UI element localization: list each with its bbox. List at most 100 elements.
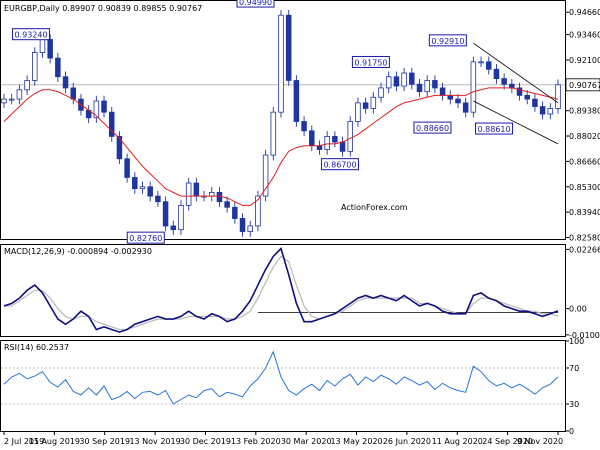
candle-body [324,136,330,150]
candle-body [270,111,277,156]
price-tick-label: 0.89380 [569,107,600,116]
candle-body [385,76,392,89]
rsi-panel [0,340,566,432]
price-tick-label: 0.94660 [569,8,600,17]
rsi-title: RSI(14) 60.2537 [4,343,69,352]
candle-body [162,201,169,227]
candle-body [509,83,515,89]
annotation-label: 0.91750 [354,58,387,67]
price-tick-label: 0.88020 [569,132,600,141]
candle-body [285,14,292,81]
x-tick-label: 13 Feb 2020 [231,437,281,446]
candle-body [147,186,153,197]
watermark: ActionForex.com [341,203,408,212]
candle-body [524,94,530,100]
candle-body [239,218,246,232]
candle-body [424,80,430,93]
candle-body [216,191,223,203]
rsi-tick-label: 30 [569,400,579,409]
candle-body [455,98,461,104]
candle-body [532,98,538,107]
candle-body [24,80,30,91]
candle-body [278,14,284,113]
candle-body [32,52,38,81]
price-tick-label: 0.86660 [569,157,600,166]
x-axis: 2 Jul 201915 Aug 2019 30 Sep 2019 13 Nov 2… [3,431,563,446]
candle-body [193,182,200,197]
candle-body [409,72,415,85]
annotation-label: 0.82760 [129,234,162,243]
x-tick-label: 11 Aug 2020 [432,437,483,446]
candle-body [547,108,554,115]
x-tick-label: 9 Nov 2020 [517,437,563,446]
candle-body [185,182,192,206]
candle-body [432,80,438,89]
candle-body [539,106,546,115]
x-tick-label: 15 Aug 2019 [29,437,80,446]
candle-body [132,177,138,190]
candle-body [347,121,354,152]
candle-body [485,61,492,70]
candle-body [170,225,177,231]
candle-body [447,94,454,100]
candle-body [224,201,230,208]
x-tick-label: 26 Jun 2020 [383,437,431,446]
x-tick-label: 13 May 2020 [330,437,382,446]
price-tick-label: 0.92100 [569,56,600,65]
candle-body [247,225,253,232]
candle-body [501,78,507,85]
price-tick-label: 0.93460 [569,31,600,40]
candle-body [124,158,130,178]
x-tick-label: 13 Nov 2019 [129,437,180,446]
candle-body [70,87,77,100]
annotation-label: 0.88610 [478,125,511,134]
rsi-tick-label: 70 [569,364,579,373]
candle-body [62,76,69,89]
annotation-label: 0.88660 [416,124,449,133]
macd-title: MACD(12,26,9) -0.000894 -0.002930 [4,247,152,256]
price-tick-label: 0.85300 [569,183,600,192]
forex-chart: ActionForex.com 0.94660 0.93460 0.92100 0.9… [0,0,600,446]
candle-body [493,68,500,80]
candle-body [470,61,477,113]
candle-body [101,100,107,113]
candle-body [309,130,315,147]
candle-body [55,57,61,78]
candle-body [462,102,469,113]
macd-tick-label: 0.022662 [569,245,600,254]
rsi-tick-label: 100 [569,337,584,346]
x-tick-label: 30 Sep 2019 [79,437,130,446]
candle-body [555,84,561,109]
candle-body [332,136,338,143]
candle-body [139,186,146,190]
candle-body [316,145,323,150]
candle-body [439,87,446,96]
candle-body [208,191,215,197]
candle-body [262,154,269,197]
candle-body [416,83,423,93]
candle-body [47,39,53,59]
x-tick-label: 30 Dec 2019 [180,437,231,446]
annotation-label: 0.93240 [14,31,47,40]
candle-body [339,141,346,152]
candle-body [39,39,46,53]
annotation-label: 0.92910 [431,37,464,46]
candle-body [155,195,161,203]
x-tick-label: 30 Mar 2020 [281,437,332,446]
candle-body [355,102,361,122]
candle-body [378,87,384,98]
price-tick-label: 0.82580 [569,234,600,243]
candle-body [16,89,23,100]
candle-body [370,96,377,109]
annotation-label: 0.94990 [239,0,272,7]
price-title: EURGBP,Daily 0.89907 0.90839 0.89855 0.9… [4,4,202,13]
macd-tick-label: 0.00 [569,305,587,314]
candle-body [293,80,300,122]
candle-body [478,61,484,64]
rsi-tick-label: 0 [569,427,574,436]
candle-body [301,121,307,132]
candle-body [401,72,407,87]
candle-body [232,206,238,219]
candle-body [8,98,15,101]
price-tick-label: 0.90767 [569,81,600,90]
